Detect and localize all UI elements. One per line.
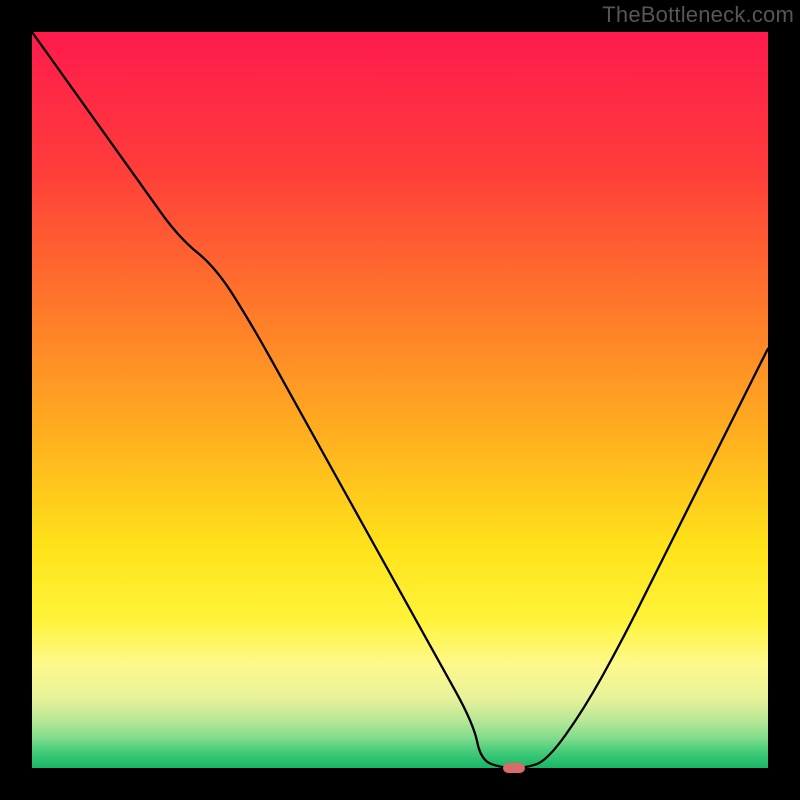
bottleneck-chart xyxy=(32,32,768,768)
optimal-point-marker xyxy=(503,763,525,773)
watermark-text: TheBottleneck.com xyxy=(602,2,794,28)
bottleneck-curve xyxy=(32,32,768,768)
